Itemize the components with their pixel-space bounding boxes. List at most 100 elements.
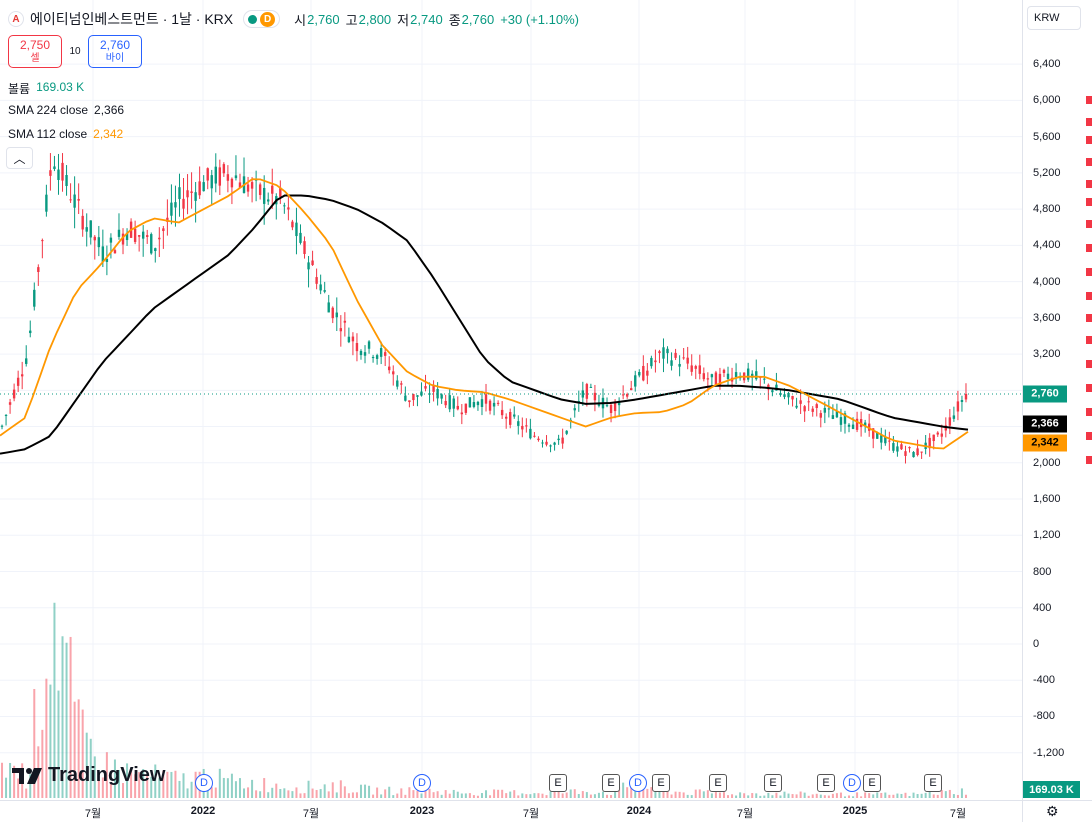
candle-body <box>666 348 669 354</box>
price-axis-label: -1,200 <box>1033 746 1065 759</box>
volume-bar <box>920 793 923 798</box>
alert-marker <box>1086 158 1092 166</box>
volume-bar <box>597 792 600 798</box>
candle-body <box>936 432 939 435</box>
volume-bar <box>436 791 439 798</box>
volume-bar <box>860 796 863 798</box>
brand-name: TradingView <box>48 764 166 786</box>
candle-body <box>557 438 560 441</box>
candle-body <box>803 406 806 412</box>
candle-body <box>722 369 726 373</box>
sma112-legend[interactable]: SMA 112 close 2,342 <box>8 127 123 141</box>
candle-body <box>504 416 508 419</box>
market-status[interactable]: D <box>243 10 281 28</box>
volume-legend[interactable]: 볼륨 169.03 K <box>8 80 84 97</box>
currency-selector[interactable]: KRW <box>1027 6 1081 30</box>
candle-body <box>581 390 585 398</box>
time-axis-label: 7월 <box>522 808 540 820</box>
earnings-marker[interactable]: E <box>764 774 782 792</box>
buy-label: 바이 <box>105 52 125 64</box>
earnings-marker[interactable]: E <box>549 774 567 792</box>
candle-body <box>218 167 222 186</box>
candle-body <box>186 190 189 198</box>
sma224-legend[interactable]: SMA 224 close 2,366 <box>8 103 124 117</box>
volume-bar <box>210 787 213 798</box>
candle-body <box>150 234 153 254</box>
candle-body <box>331 307 334 319</box>
candle-body <box>630 388 633 391</box>
earnings-marker[interactable]: E <box>709 774 727 792</box>
dividend-marker[interactable]: D <box>843 774 861 792</box>
time-axis[interactable]: 7월 2022 7월 2023 7월 2024 7월 2025 7월 <box>0 800 1022 822</box>
volume-bar <box>553 791 556 798</box>
time-axis-label: 2022 <box>190 805 216 817</box>
price-axis-label: 4,400 <box>1033 239 1061 252</box>
price-axis-label: 6,000 <box>1033 94 1061 107</box>
sell-label: 셀 <box>30 52 40 64</box>
price-candles <box>0 153 968 464</box>
candle-body <box>351 336 355 342</box>
volume-bar <box>606 794 609 798</box>
volume-bar <box>864 792 867 798</box>
sell-button[interactable]: 2,750 셀 <box>8 35 62 68</box>
time-axis-label: 2023 <box>409 805 435 817</box>
time-axis-label: 7월 <box>949 808 967 820</box>
volume-bar <box>601 791 604 798</box>
chart-plot-area[interactable] <box>0 0 1022 800</box>
candle-body <box>799 400 802 404</box>
dividend-marker[interactable]: D <box>629 774 647 792</box>
volume-bar <box>678 791 681 798</box>
dividend-marker[interactable]: D <box>195 774 213 792</box>
buy-button[interactable]: 2,760 바이 <box>88 35 142 68</box>
symbol-title[interactable]: 에이티넘인베스트먼트 · 1날 · KRX <box>30 9 233 29</box>
candle-body <box>319 284 322 291</box>
candle-body <box>77 198 80 201</box>
volume-bar <box>952 794 955 798</box>
candle-body <box>476 401 480 406</box>
earnings-marker[interactable]: E <box>602 774 620 792</box>
volume-bar <box>343 786 346 798</box>
volume-bar <box>472 795 475 798</box>
volume-bar <box>263 778 266 798</box>
volume-bar <box>287 790 290 798</box>
candle-body <box>932 434 935 442</box>
candle-body <box>412 394 415 401</box>
earnings-marker[interactable]: E <box>652 774 670 792</box>
tradingview-logo[interactable]: TradingView <box>12 764 165 787</box>
volume-bar <box>626 787 629 798</box>
price-axis-label: 400 <box>1033 601 1052 614</box>
volume-bar <box>739 792 742 798</box>
candle-body <box>234 175 238 179</box>
volume-bar <box>835 793 838 798</box>
volume-bar <box>960 788 963 798</box>
dividend-marker[interactable]: D <box>413 774 431 792</box>
candle-body <box>956 401 960 412</box>
volume-bar <box>307 780 310 798</box>
collapse-legend-button[interactable]: ︿ <box>6 147 33 169</box>
candle-body <box>303 241 306 254</box>
earnings-marker[interactable]: E <box>863 774 881 792</box>
settings-icon[interactable]: ⚙ <box>1046 803 1059 820</box>
candle-body <box>920 451 923 453</box>
alert-marker <box>1086 220 1092 228</box>
candle-body <box>49 170 52 176</box>
candle-body <box>960 400 964 402</box>
candle-body <box>379 348 383 357</box>
candle-body <box>456 405 459 410</box>
volume-bar <box>573 789 576 798</box>
candle-body <box>287 207 290 210</box>
volume-bar <box>230 773 233 798</box>
volume-bar <box>448 793 451 798</box>
earnings-marker[interactable]: E <box>817 774 835 792</box>
volume-bar <box>412 790 415 798</box>
candle-body <box>206 168 209 181</box>
volume-bar <box>872 794 875 798</box>
sma224-line <box>0 194 969 455</box>
earnings-marker[interactable]: E <box>924 774 942 792</box>
volume-bar <box>803 792 806 798</box>
candle-body <box>734 372 738 377</box>
candle-body <box>37 267 40 273</box>
volume-bar <box>396 793 399 798</box>
volume-bar <box>698 789 701 798</box>
volume-bar <box>585 792 588 798</box>
